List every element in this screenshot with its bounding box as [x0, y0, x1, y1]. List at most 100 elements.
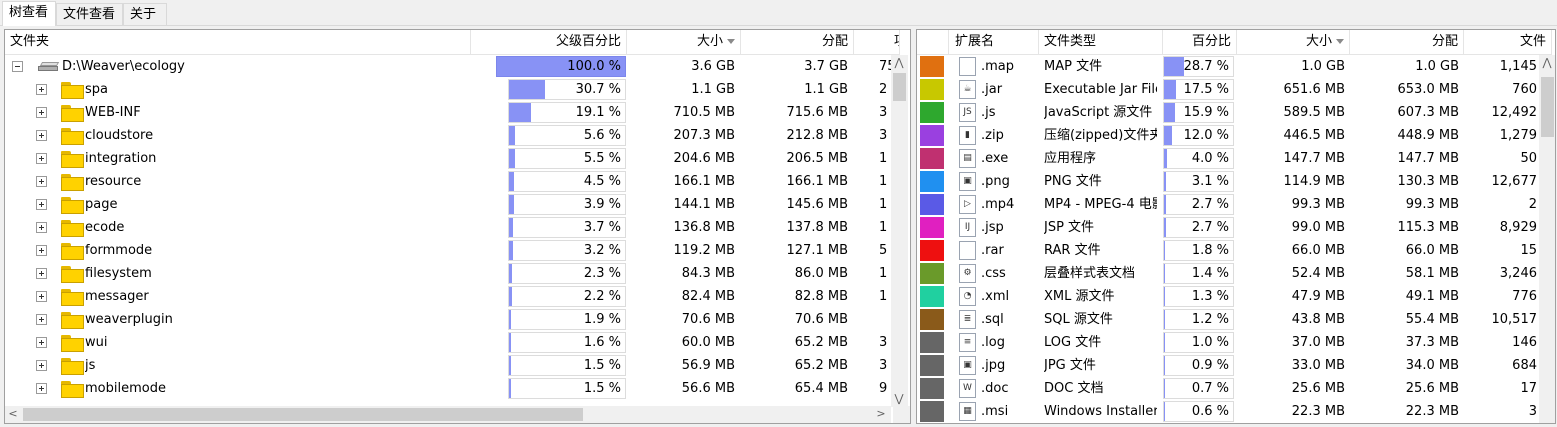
parent-percent-bar: 1.6 %: [508, 332, 626, 353]
file-type-row[interactable]: ▷ .mp4 MP4 - MPEG-4 电影 2.7 % 99.3 MB 99.3 MB 2: [917, 193, 1555, 216]
tree-row[interactable]: spa 30.7 % 1.1 GB 1.1 GB 2: [5, 78, 910, 101]
types-vertical-scroll-thumb[interactable]: [1541, 77, 1554, 137]
tree-vertical-scrollbar[interactable]: ⋀ ⋁: [891, 55, 908, 407]
scroll-up-icon[interactable]: ⋀: [891, 55, 907, 71]
parent-percent-fill: [509, 80, 545, 99]
col-header-extension[interactable]: 扩展名: [949, 30, 1039, 55]
col-header-parent-percent[interactable]: 父级百分比: [471, 30, 627, 55]
types-vertical-scrollbar[interactable]: ⋀: [1539, 55, 1555, 423]
tree-horizontal-scroll-thumb[interactable]: [23, 408, 583, 421]
tree-row[interactable]: wui 1.6 % 60.0 MB 65.2 MB 3: [5, 331, 910, 354]
expand-toggle-icon[interactable]: [36, 245, 47, 256]
tree-row[interactable]: integration 5.5 % 204.6 MB 206.5 MB 1: [5, 147, 910, 170]
file-type-row[interactable]: ▣ .jpg JPG 文件 0.9 % 33.0 MB 34.0 MB 684: [917, 354, 1555, 377]
col-header-items[interactable]: 项: [854, 30, 900, 55]
parent-percent-value: 5.5 %: [583, 151, 621, 166]
parent-percent-bar: 3.7 %: [508, 217, 626, 238]
folder-size: 710.5 MB: [673, 105, 735, 120]
col-header-files[interactable]: 文件: [1464, 30, 1552, 55]
tree-horizontal-scrollbar[interactable]: < >: [5, 406, 891, 423]
expand-toggle-icon[interactable]: [36, 291, 47, 302]
types-scroll-up-icon[interactable]: ⋀: [1539, 55, 1555, 71]
type-file-count: 8,929: [1499, 220, 1537, 235]
tree-vertical-scroll-thumb[interactable]: [893, 73, 906, 101]
col-header-allocated[interactable]: 分配: [741, 30, 854, 55]
folder-allocated: 127.1 MB: [786, 243, 848, 258]
file-type-row[interactable]: ⚙ .css 层叠样式表文档 1.4 % 52.4 MB 58.1 MB 3,246: [917, 262, 1555, 285]
tab-tree-view[interactable]: 树查看: [2, 1, 56, 26]
expand-toggle-icon[interactable]: [36, 222, 47, 233]
tree-row[interactable]: filesystem 2.3 % 84.3 MB 86.0 MB 1: [5, 262, 910, 285]
folder-size: 144.1 MB: [673, 197, 735, 212]
expand-toggle-icon[interactable]: [36, 314, 47, 325]
expand-toggle-icon[interactable]: [36, 130, 47, 141]
scroll-left-icon[interactable]: <: [5, 406, 21, 422]
file-type-name: PNG 文件: [1044, 174, 1102, 189]
type-percent-bar: 1.2 %: [1163, 309, 1234, 330]
folder-items: 1: [879, 151, 888, 166]
parent-percent-bar: 30.7 %: [508, 79, 626, 100]
file-type-row[interactable]: W .doc DOC 文档 0.7 % 25.6 MB 25.6 MB 17: [917, 377, 1555, 400]
parent-percent-value: 1.5 %: [583, 358, 621, 373]
expand-toggle-icon[interactable]: [36, 153, 47, 164]
col-header-folder[interactable]: 文件夹: [5, 30, 471, 55]
tree-row[interactable]: messager 2.2 % 82.4 MB 82.8 MB 1: [5, 285, 910, 308]
expand-toggle-icon[interactable]: [36, 337, 47, 348]
file-type-row[interactable]: ◔ .xml XML 源文件 1.3 % 47.9 MB 49.1 MB 776: [917, 285, 1555, 308]
type-size: 589.5 MB: [1283, 105, 1345, 120]
collapse-toggle-icon[interactable]: [12, 61, 23, 72]
tree-row[interactable]: js 1.5 % 56.9 MB 65.2 MB 3: [5, 354, 910, 377]
expand-toggle-icon[interactable]: [36, 383, 47, 394]
file-type-row[interactable]: .rar RAR 文件 1.8 % 66.0 MB 66.0 MB 15: [917, 239, 1555, 262]
tree-row[interactable]: formmode 3.2 % 119.2 MB 127.1 MB 5: [5, 239, 910, 262]
expand-toggle-icon[interactable]: [36, 84, 47, 95]
root-folder-path: D:\Weaver\ecology: [62, 59, 185, 74]
type-percent-bar: 1.8 %: [1163, 240, 1234, 261]
scroll-down-icon[interactable]: ⋁: [891, 391, 907, 407]
file-type-row[interactable]: ≣ .sql SQL 源文件 1.2 % 43.8 MB 55.4 MB 10,517: [917, 308, 1555, 331]
file-type-row[interactable]: ▦ .msi Windows Installer 程序包 0.6 % 22.3 MB 22…: [917, 400, 1555, 423]
file-type-row[interactable]: .map MAP 文件 28.7 % 1.0 GB 1.0 GB 1,145: [917, 55, 1555, 78]
col-header-color[interactable]: [917, 30, 949, 55]
col-header-file-type[interactable]: 文件类型: [1039, 30, 1163, 55]
col-header-size[interactable]: 大小: [627, 30, 741, 55]
parent-percent-value: 3.2 %: [583, 243, 621, 258]
tree-row[interactable]: WEB-INF 19.1 % 710.5 MB 715.6 MB 3: [5, 101, 910, 124]
type-percent-value: 12.0 %: [1183, 128, 1229, 143]
type-file-count: 50: [1520, 151, 1537, 166]
tree-row[interactable]: mobilemode 1.5 % 56.6 MB 65.4 MB 9: [5, 377, 910, 400]
tree-row[interactable]: ecode 3.7 % 136.8 MB 137.8 MB 1: [5, 216, 910, 239]
tree-root-row[interactable]: D:\Weaver\ecology 100.0 % 3.6 GB 3.7 GB 75: [5, 55, 910, 78]
file-type-row[interactable]: JS .js JavaScript 源文件 15.9 % 589.5 MB 607.3 M…: [917, 101, 1555, 124]
scroll-right-icon[interactable]: >: [873, 406, 889, 422]
tab-about[interactable]: 关于: [123, 3, 167, 25]
expand-toggle-icon[interactable]: [36, 360, 47, 371]
col-header-type-size[interactable]: 大小: [1237, 30, 1350, 55]
col-header-type-allocated[interactable]: 分配: [1350, 30, 1464, 55]
folder-items: 5: [879, 243, 888, 258]
col-header-percent[interactable]: 百分比: [1163, 30, 1237, 55]
expand-toggle-icon[interactable]: [36, 199, 47, 210]
expand-toggle-icon[interactable]: [36, 107, 47, 118]
tree-row[interactable]: cloudstore 5.6 % 207.3 MB 212.8 MB 3: [5, 124, 910, 147]
file-type-row[interactable]: IJ .jsp JSP 文件 2.7 % 99.0 MB 115.3 MB 8,929: [917, 216, 1555, 239]
type-size: 25.6 MB: [1291, 381, 1345, 396]
expand-toggle-icon[interactable]: [36, 268, 47, 279]
folder-items: 2: [879, 82, 888, 97]
file-type-row[interactable]: ▮ .zip 压缩(zipped)文件夹 12.0 % 446.5 MB 448.9 MB…: [917, 124, 1555, 147]
file-type-row[interactable]: ☕ .jar Executable Jar File 17.5 % 651.6 MB 65…: [917, 78, 1555, 101]
file-type-row[interactable]: ≡ .log LOG 文件 1.0 % 37.0 MB 37.3 MB 146: [917, 331, 1555, 354]
file-extension: .rar: [981, 243, 1004, 258]
parent-percent-fill: [509, 264, 512, 283]
tab-file-view[interactable]: 文件查看: [56, 3, 123, 25]
file-type-row[interactable]: ▣ .png PNG 文件 3.1 % 114.9 MB 130.3 MB 12,677: [917, 170, 1555, 193]
tree-row[interactable]: page 3.9 % 144.1 MB 145.6 MB 1: [5, 193, 910, 216]
file-type-name: Executable Jar File: [1044, 82, 1157, 97]
parent-percent-bar: 1.5 %: [508, 378, 626, 399]
tree-row[interactable]: weaverplugin 1.9 % 70.6 MB 70.6 MB: [5, 308, 910, 331]
color-swatch: [920, 378, 944, 399]
expand-toggle-icon[interactable]: [36, 176, 47, 187]
tree-row[interactable]: resource 4.5 % 166.1 MB 166.1 MB 1: [5, 170, 910, 193]
zip-archive-icon: ▮: [959, 126, 976, 145]
file-type-row[interactable]: ▤ .exe 应用程序 4.0 % 147.7 MB 147.7 MB 50: [917, 147, 1555, 170]
